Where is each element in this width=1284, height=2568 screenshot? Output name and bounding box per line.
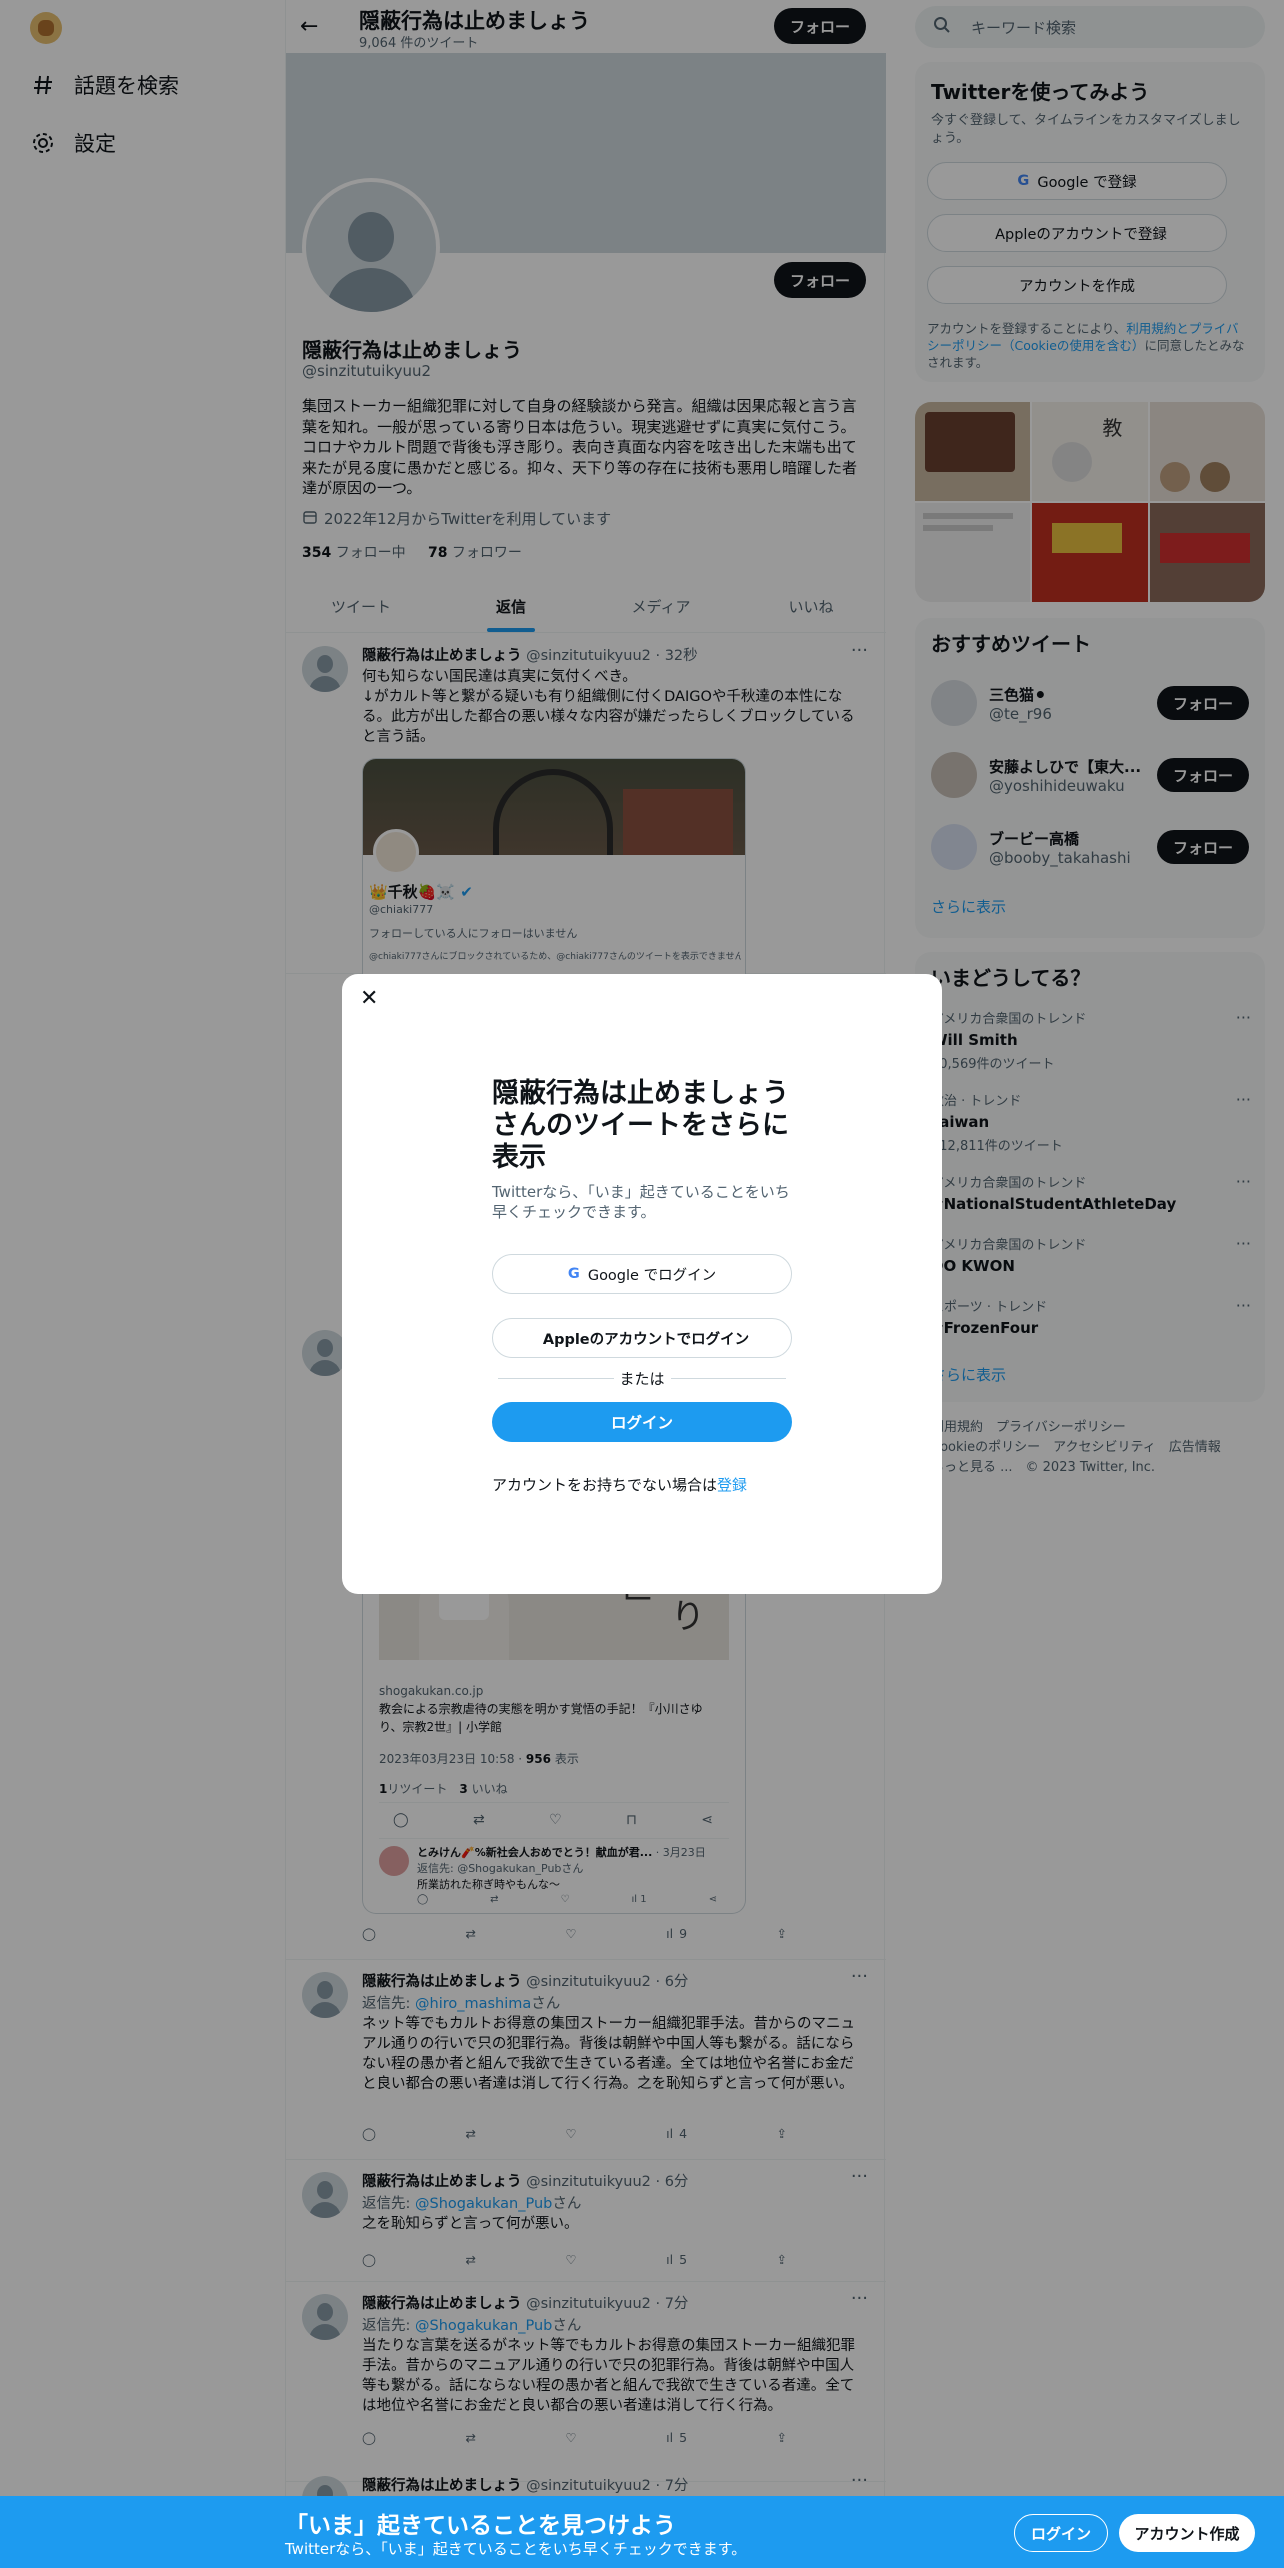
bottom-title: 「いま」起きていることを見つけよう <box>285 2513 676 2539</box>
modal-title: 隠蔽行為は止めましょうさんのツイートをさらに表示 <box>492 1078 789 1173</box>
apple-login-button[interactable]: Appleのアカウントでログイン <box>492 1318 792 1358</box>
bottom-signup-bar: 「いま」起きていることを見つけよう Twitterなら、「いま」起きていることを… <box>0 2496 1284 2568</box>
google-login-button[interactable]: G Google でログイン <box>492 1254 792 1294</box>
modal-subtitle: Twitterなら、「いま」起きていることをいち早くチェックできます。 <box>492 1183 790 1221</box>
close-icon[interactable]: ✕ <box>360 986 378 1011</box>
signup-link[interactable]: 登録 <box>717 1476 747 1494</box>
bottom-create-account-button[interactable]: アカウント作成 <box>1119 2514 1255 2552</box>
or-divider: または <box>492 1368 792 1389</box>
signup-prompt: アカウントをお持ちでない場合は登録 <box>492 1476 748 1494</box>
google-icon: G <box>567 1266 580 1282</box>
login-button[interactable]: ログイン <box>492 1402 792 1442</box>
bottom-login-button[interactable]: ログイン <box>1014 2514 1108 2552</box>
bottom-subtitle: Twitterなら、「いま」起きていることをいち早くチェックできます。 <box>285 2540 747 2558</box>
login-modal: ✕ 隠蔽行為は止めましょうさんのツイートをさらに表示 Twitterなら、「いま… <box>342 974 942 1594</box>
